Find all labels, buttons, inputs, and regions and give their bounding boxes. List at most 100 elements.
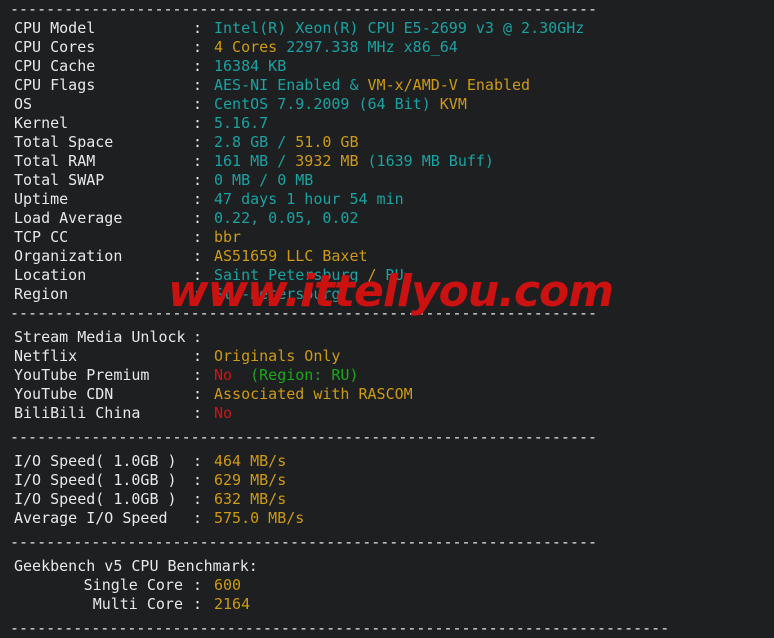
value-part: 464 MB/s: [214, 452, 287, 470]
colon: :: [193, 576, 203, 594]
row-value: AES-NI Enabled & VM-x/AMD-V Enabled: [214, 76, 774, 95]
value-part: [232, 366, 250, 384]
row-value: AS51659 LLC Baxet: [214, 247, 774, 266]
row-value: 5.16.7: [214, 114, 774, 133]
info-row: CPU Model: Intel(R) Xeon(R) CPU E5-2699 v…: [0, 19, 774, 38]
row-value: 161 MB / 3932 MB (1639 MB Buff): [214, 152, 774, 171]
value-part: (1639 MB Buff): [367, 152, 494, 170]
value-part: 2.8 GB: [214, 133, 278, 151]
value-part: VM-x/AMD-V Enabled: [367, 76, 531, 94]
colon: :: [193, 595, 203, 613]
info-row: Uptime:47 days 1 hour 54 min: [0, 190, 774, 209]
row-value: 575.0 MB/s: [214, 509, 774, 528]
value-part: 16384 KB: [214, 57, 287, 75]
row-label: Netflix: [14, 347, 78, 365]
value-part: Associated with RASCOM: [214, 385, 413, 403]
value-part: bbr: [214, 228, 242, 246]
colon: :: [193, 328, 203, 346]
row-label: Total SWAP: [14, 171, 105, 189]
row-value: 0 MB / 0 MB: [214, 171, 774, 190]
value-part: 629 MB/s: [214, 471, 287, 489]
value-part: No: [214, 404, 233, 422]
value-part: /: [259, 171, 278, 189]
info-row: Total RAM:161 MB / 3932 MB (1639 MB Buff…: [0, 152, 774, 171]
info-row: Average I/O Speed:575.0 MB/s: [0, 509, 774, 528]
row-label: Location: [14, 266, 87, 284]
colon: :: [193, 190, 203, 208]
colon: :: [193, 347, 203, 365]
row-label: TCP CC: [14, 228, 69, 246]
row-label: CPU Model: [14, 19, 96, 37]
row-label: Multi Core: [92, 595, 183, 613]
info-row: Netflix: Originals Only: [0, 347, 774, 366]
row-label: OS: [14, 95, 33, 113]
row-value: 629 MB/s: [214, 471, 774, 490]
row-label: CPU Cores: [14, 38, 96, 56]
benchmark-section: Single Core:600 Multi Core:2164: [0, 576, 774, 614]
value-part: 0 MB: [214, 171, 260, 189]
separator-benchmark: ----------------------------------------…: [0, 533, 774, 552]
row-value: Originals Only: [214, 347, 774, 366]
row-label: Load Average: [14, 209, 123, 227]
row-label: Region: [14, 285, 69, 303]
value-part: 51.0 GB: [295, 133, 359, 151]
row-value: 632 MB/s: [214, 490, 774, 509]
row-value: 16384 KB: [214, 57, 774, 76]
row-value: Associated with RASCOM: [214, 385, 774, 404]
value-part: RU: [385, 266, 404, 284]
colon: :: [193, 114, 203, 132]
value-part: 47 days 1 hour 54 min: [214, 190, 404, 208]
row-value: 600: [214, 576, 774, 595]
row-value: St.-Petersburg: [214, 285, 774, 304]
info-row: TCP CC: bbr: [0, 228, 774, 247]
row-label: Organization: [14, 247, 123, 265]
colon: :: [193, 490, 203, 508]
separator-bottom: ----------------------------------------…: [0, 619, 774, 638]
info-row: YouTube CDN: Associated with RASCOM: [0, 385, 774, 404]
value-part: AES-NI Enabled: [214, 76, 350, 94]
row-label: I/O Speed( 1.0GB ): [14, 452, 177, 470]
row-value: Intel(R) Xeon(R) CPU E5-2699 v3 @ 2.30GH…: [214, 19, 774, 38]
value-part: CentOS 7.9.2009 (64 Bit): [214, 95, 440, 113]
value-part: 4 Cores: [214, 38, 287, 56]
stream-media-section: Netflix: Originals Only YouTube Premium: No…: [0, 347, 774, 423]
terminal-window: ----------------------------------------…: [0, 0, 774, 637]
row-label: Kernel: [14, 114, 69, 132]
row-label: CPU Cache: [14, 57, 96, 75]
colon: :: [193, 266, 203, 284]
info-row: Location: Saint Petersburg / RU: [0, 266, 774, 285]
info-row: I/O Speed( 1.0GB ):464 MB/s: [0, 452, 774, 471]
info-row: Single Core:600: [0, 576, 774, 595]
value-part: /: [367, 266, 386, 284]
colon: :: [193, 152, 203, 170]
row-label: YouTube CDN: [14, 385, 114, 403]
colon: :: [193, 95, 203, 113]
info-row: Total Space:2.8 GB / 51.0 GB: [0, 133, 774, 152]
value-part: St.-Petersburg: [214, 285, 341, 303]
value-part: Intel(R) Xeon(R) CPU E5-2699 v3 @ 2.30GH…: [214, 19, 585, 37]
colon: :: [193, 38, 203, 56]
row-value: 2164: [214, 595, 774, 614]
value-part: 0.22, 0.05, 0.02: [214, 209, 359, 227]
value-part: 5.16.7: [214, 114, 269, 132]
value-part: 161 MB: [214, 152, 278, 170]
colon: :: [193, 57, 203, 75]
separator-dashes: ----------------------------------------…: [10, 428, 597, 446]
row-label: CPU Flags: [14, 76, 96, 94]
value-part: 2164: [214, 595, 251, 613]
info-row: Load Average:0.22, 0.05, 0.02: [0, 209, 774, 228]
stream-header-row: Stream Media Unlock :: [0, 328, 774, 347]
row-value: 4 Cores 2297.338 MHz x86_64: [214, 38, 774, 57]
value-part: Saint Petersburg: [214, 266, 368, 284]
io-speed-section: I/O Speed( 1.0GB ):464 MB/s I/O Speed( 1.…: [0, 452, 774, 528]
info-row: OS: CentOS 7.9.2009 (64 Bit) KVM: [0, 95, 774, 114]
row-label: Total RAM: [14, 152, 96, 170]
colon: :: [193, 509, 203, 527]
row-value: bbr: [214, 228, 774, 247]
row-label: Total Space: [14, 133, 114, 151]
value-part: 600: [214, 576, 242, 594]
separator-dashes: ----------------------------------------…: [10, 0, 597, 18]
row-value: 464 MB/s: [214, 452, 774, 471]
colon: :: [193, 404, 203, 422]
separator-dashes: ----------------------------------------…: [10, 533, 597, 551]
